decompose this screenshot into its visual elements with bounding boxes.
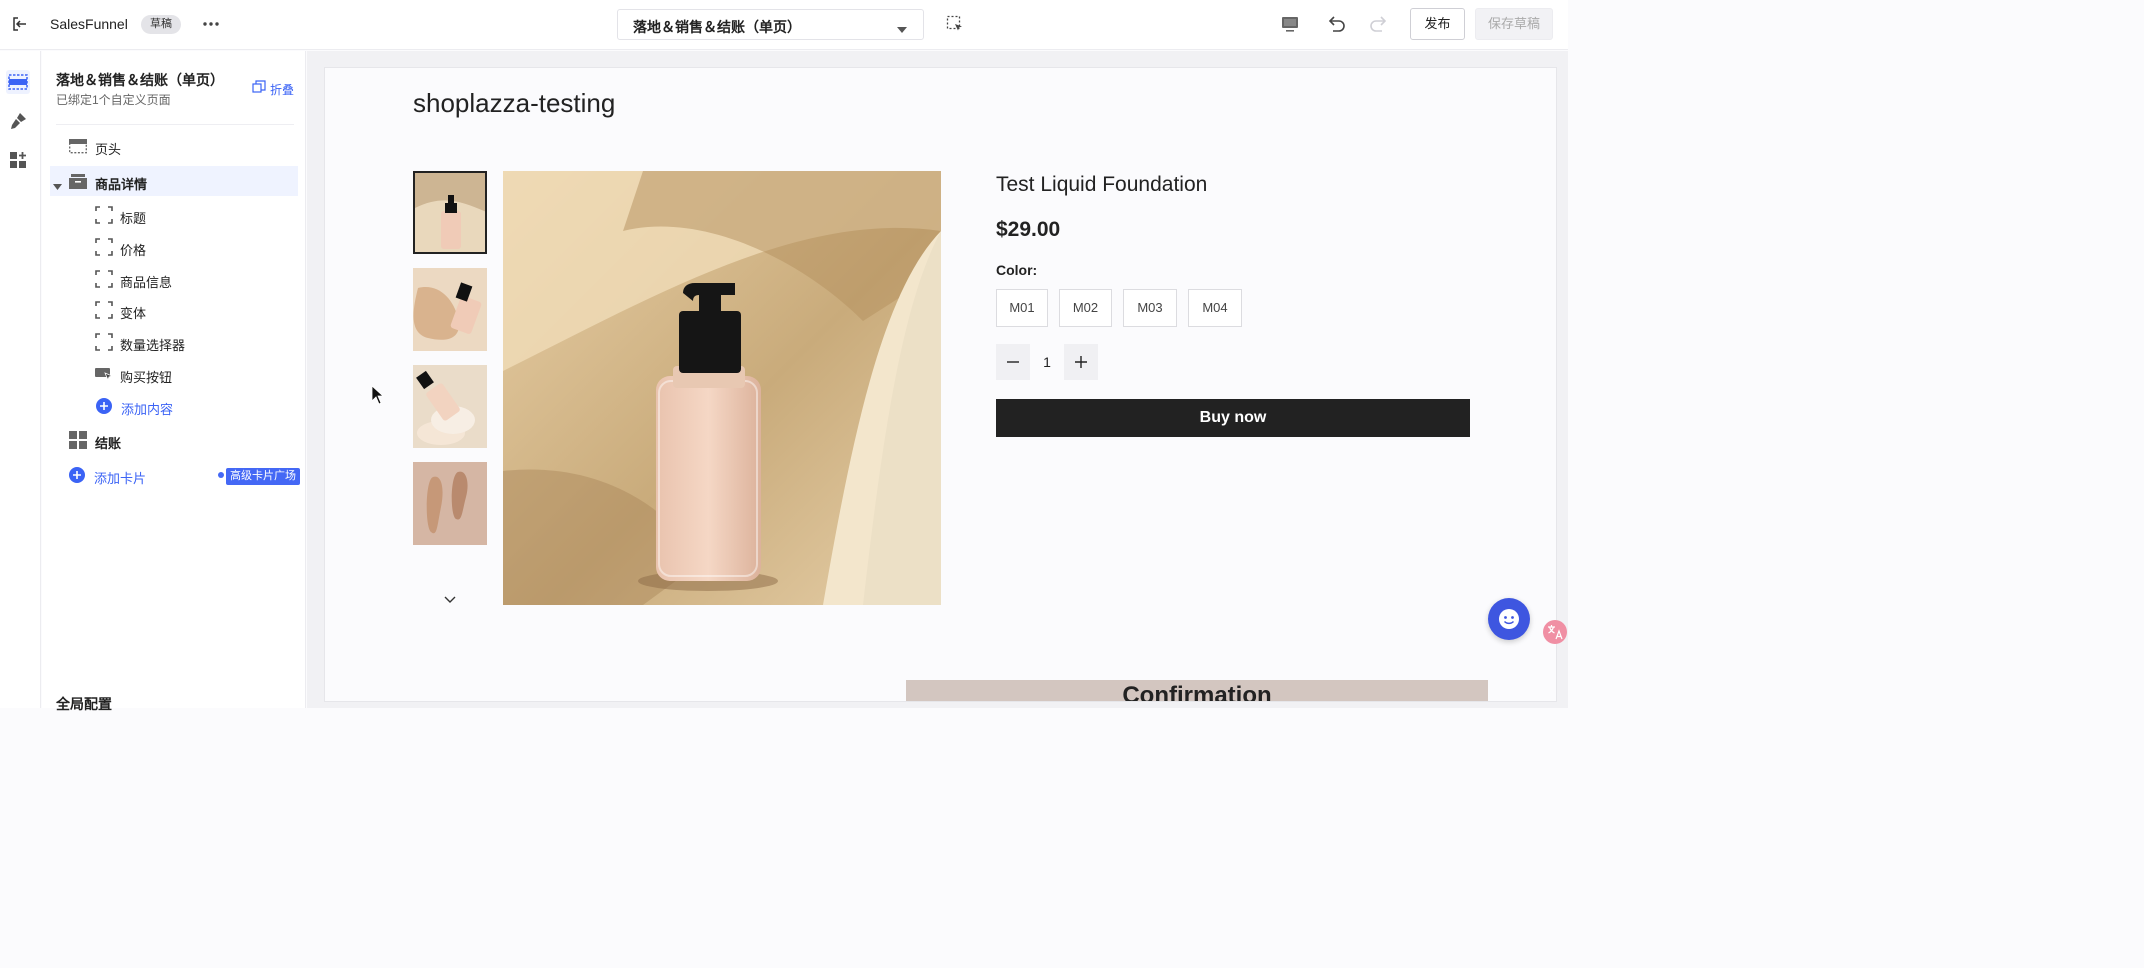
block-icon [95,238,113,256]
expand-arrow-icon[interactable] [53,178,62,190]
block-icon [95,301,113,319]
buy-button-icon [95,365,114,383]
panel-divider [56,124,294,125]
quantity-decrease-button[interactable] [996,344,1030,380]
block-buy-button[interactable]: 购买按钮 [50,359,298,389]
page-select-label: 落地＆销售＆结账（单页） [633,19,801,35]
global-config-heading[interactable]: 全局配置 [56,694,112,714]
confirmation-heading: Confirmation [1122,682,1272,702]
block-label: 数量选择器 [120,338,186,353]
top-bar: SalesFunnel 草稿 落地＆销售＆结账（单页） 发布 保存草稿 [0,0,1568,50]
publish-button[interactable]: 发布 [1410,8,1465,40]
quantity-value[interactable]: 1 [1030,344,1064,380]
page-select[interactable]: 落地＆销售＆结账（单页） [617,9,924,40]
mouse-cursor-icon [371,385,385,405]
add-circle-icon [68,466,86,484]
block-label: 价格 [120,243,147,258]
save-draft-button[interactable]: 保存草稿 [1475,8,1553,40]
chevron-down-icon[interactable] [444,592,456,603]
block-icon [95,206,113,224]
color-label: Color: [996,262,1038,278]
quantity-increase-button[interactable] [1064,344,1098,380]
product-icon [69,172,87,190]
thumbnail-image[interactable] [413,268,487,351]
variant-option[interactable]: M03 [1123,289,1177,327]
add-card-label: 添加卡片 [94,471,147,486]
block-icon [95,333,113,351]
chat-support-icon[interactable] [1488,598,1530,640]
panel-subtitle: 已绑定1个自定义页面 [56,93,171,107]
section-label: 结账 [95,436,122,451]
variant-option[interactable]: M04 [1188,289,1242,327]
store-name[interactable]: shoplazza-testing [413,88,615,119]
draft-badge: 草稿 [141,15,181,34]
select-element-icon[interactable] [946,15,964,33]
desktop-icon[interactable] [1280,14,1300,34]
block-label: 商品信息 [120,275,173,290]
block-price[interactable]: 价格 [50,232,298,262]
premium-card-tag[interactable]: 高级卡片广场 [226,468,300,485]
app-title: SalesFunnel [50,16,128,32]
thumbnail-image[interactable] [413,365,487,448]
translate-icon[interactable] [1543,620,1567,644]
section-label: 页头 [95,142,122,157]
grid-icon [69,431,87,449]
block-title[interactable]: 标题 [50,200,298,230]
section-panel: 落地＆销售＆结账（单页） 已绑定1个自定义页面 折叠 页头 商品详情 标题 价格 [42,51,306,712]
thumbnail-image[interactable] [413,462,487,545]
tool-rail [0,51,41,708]
block-icon [95,270,113,288]
header-icon [69,137,87,155]
product-title[interactable]: Test Liquid Foundation [996,173,1207,197]
section-header[interactable]: 页头 [50,131,298,161]
sections-icon[interactable] [6,70,30,94]
block-variants[interactable]: 变体 [50,295,298,325]
section-checkout[interactable]: 结账 [50,425,298,455]
undo-icon[interactable] [1325,13,1347,35]
new-dot [218,472,224,478]
exit-icon[interactable] [11,15,29,33]
more-icon[interactable] [202,16,220,32]
block-label: 变体 [120,306,147,321]
variant-option[interactable]: M01 [996,289,1048,327]
apps-icon[interactable] [6,148,30,172]
block-quantity-selector[interactable]: 数量选择器 [50,327,298,357]
variant-option[interactable]: M02 [1059,289,1112,327]
add-content-label: 添加内容 [121,402,174,417]
block-product-info[interactable]: 商品信息 [50,264,298,294]
block-label: 购买按钮 [120,370,173,385]
section-product-details[interactable]: 商品详情 [50,166,298,196]
add-circle-icon [95,397,113,415]
caret-down-icon [897,22,907,33]
confirmation-banner[interactable]: Confirmation [906,680,1488,702]
add-card-button[interactable]: 添加卡片 高级卡片广场 [50,460,300,490]
panel-title: 落地＆销售＆结账（单页） [56,72,224,88]
preview-canvas: shoplazza-testing Test Liquid Foundation… [324,67,1557,702]
section-label: 商品详情 [95,177,148,192]
theme-brush-icon[interactable] [6,109,30,133]
thumbnail-image[interactable] [413,171,487,254]
product-main-image[interactable] [503,171,941,605]
collapse-label: 折叠 [270,83,295,97]
buy-now-button[interactable]: Buy now [996,399,1470,437]
block-label: 标题 [120,211,147,226]
redo-icon[interactable] [1368,13,1390,35]
add-content-button[interactable]: 添加内容 [50,391,298,421]
product-price[interactable]: $29.00 [996,218,1060,242]
